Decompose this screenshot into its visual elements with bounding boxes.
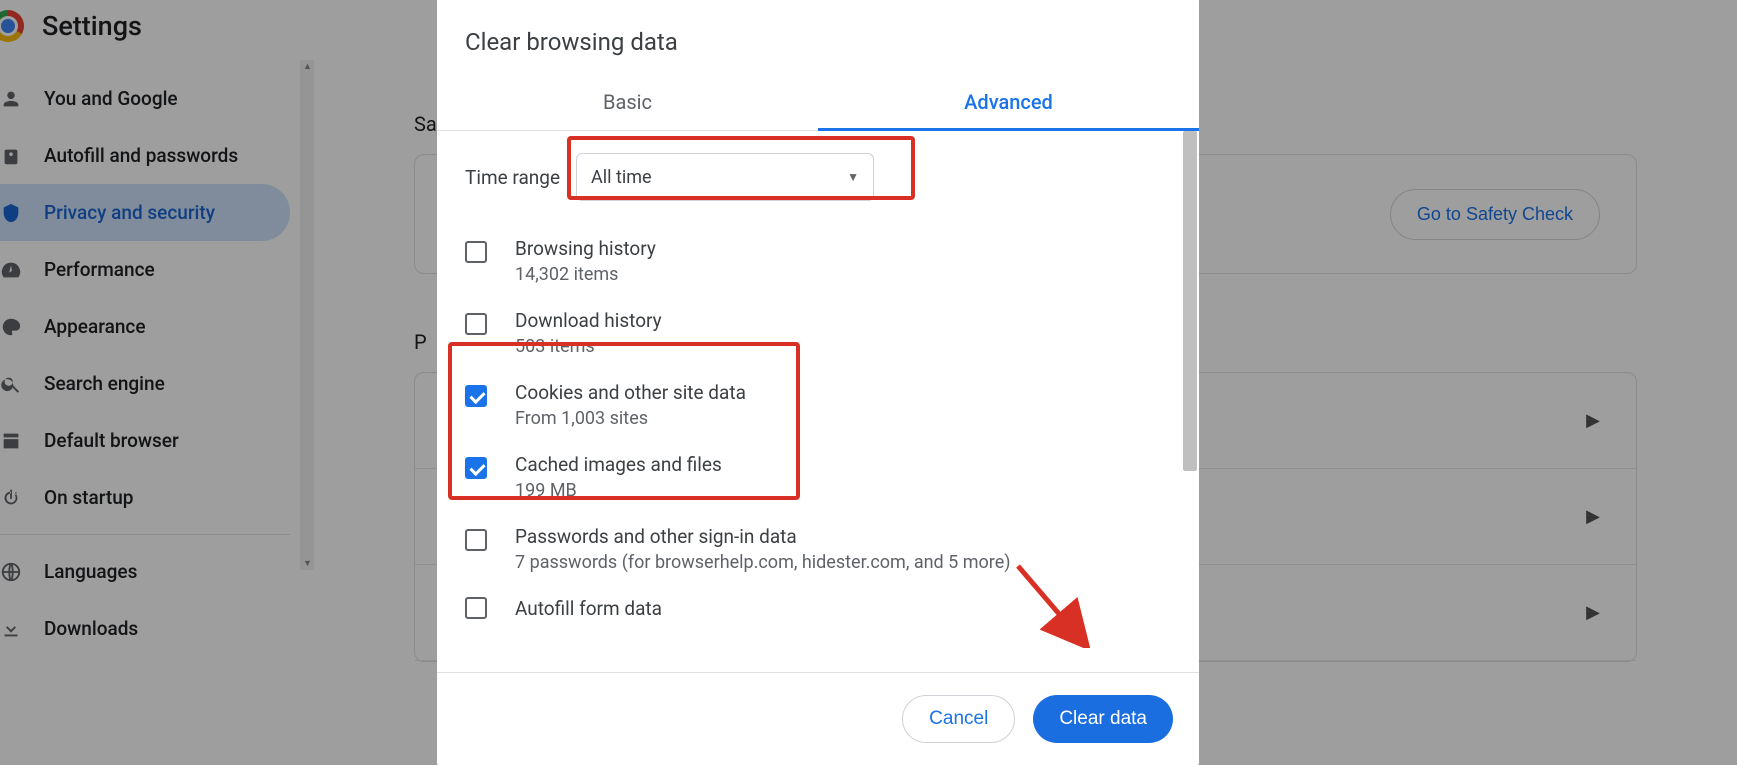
time-range-value: All time bbox=[591, 167, 652, 188]
time-range-row: Time range All time ▼ bbox=[465, 153, 1179, 201]
dialog-title: Clear browsing data bbox=[437, 0, 1199, 76]
checkbox-autofill[interactable] bbox=[465, 597, 487, 619]
option-cookies[interactable]: Cookies and other site data From 1,003 s… bbox=[465, 369, 1179, 441]
tab-basic[interactable]: Basic bbox=[437, 76, 818, 130]
dialog-scrollbar[interactable] bbox=[1181, 131, 1199, 672]
option-download-history[interactable]: Download history 503 items bbox=[465, 297, 1179, 369]
option-title: Cookies and other site data bbox=[515, 381, 746, 404]
dialog-tabs: Basic Advanced bbox=[437, 76, 1199, 131]
scrollbar-thumb[interactable] bbox=[1183, 131, 1197, 471]
option-title: Passwords and other sign-in data bbox=[515, 525, 1011, 548]
checkbox-download-history[interactable] bbox=[465, 313, 487, 335]
checkbox-passwords[interactable] bbox=[465, 529, 487, 551]
time-range-label: Time range bbox=[465, 166, 560, 189]
option-title: Browsing history bbox=[515, 237, 656, 260]
option-subtitle: 199 MB bbox=[515, 480, 722, 501]
option-title: Download history bbox=[515, 309, 662, 332]
clear-data-button[interactable]: Clear data bbox=[1033, 695, 1173, 743]
chevron-down-icon: ▼ bbox=[847, 170, 859, 184]
option-subtitle: 7 passwords (for browserhelp.com, hidest… bbox=[515, 552, 1011, 573]
option-autofill[interactable]: Autofill form data bbox=[465, 585, 1179, 632]
option-subtitle: 503 items bbox=[515, 336, 662, 357]
checkbox-cached-images[interactable] bbox=[465, 457, 487, 479]
checkbox-browsing-history[interactable] bbox=[465, 241, 487, 263]
option-title: Cached images and files bbox=[515, 453, 722, 476]
option-browsing-history[interactable]: Browsing history 14,302 items bbox=[465, 225, 1179, 297]
clear-browsing-data-dialog: Clear browsing data Basic Advanced Time … bbox=[437, 0, 1199, 765]
cancel-button[interactable]: Cancel bbox=[902, 695, 1015, 743]
option-title: Autofill form data bbox=[515, 597, 662, 620]
option-subtitle: From 1,003 sites bbox=[515, 408, 746, 429]
option-passwords[interactable]: Passwords and other sign-in data 7 passw… bbox=[465, 513, 1179, 585]
dialog-footer: Cancel Clear data bbox=[437, 672, 1199, 765]
tab-advanced[interactable]: Advanced bbox=[818, 76, 1199, 130]
time-range-select[interactable]: All time ▼ bbox=[576, 153, 874, 201]
dialog-body: Time range All time ▼ Browsing history 1… bbox=[437, 131, 1199, 672]
option-cached-images[interactable]: Cached images and files 199 MB bbox=[465, 441, 1179, 513]
checkbox-cookies[interactable] bbox=[465, 385, 487, 407]
option-subtitle: 14,302 items bbox=[515, 264, 656, 285]
